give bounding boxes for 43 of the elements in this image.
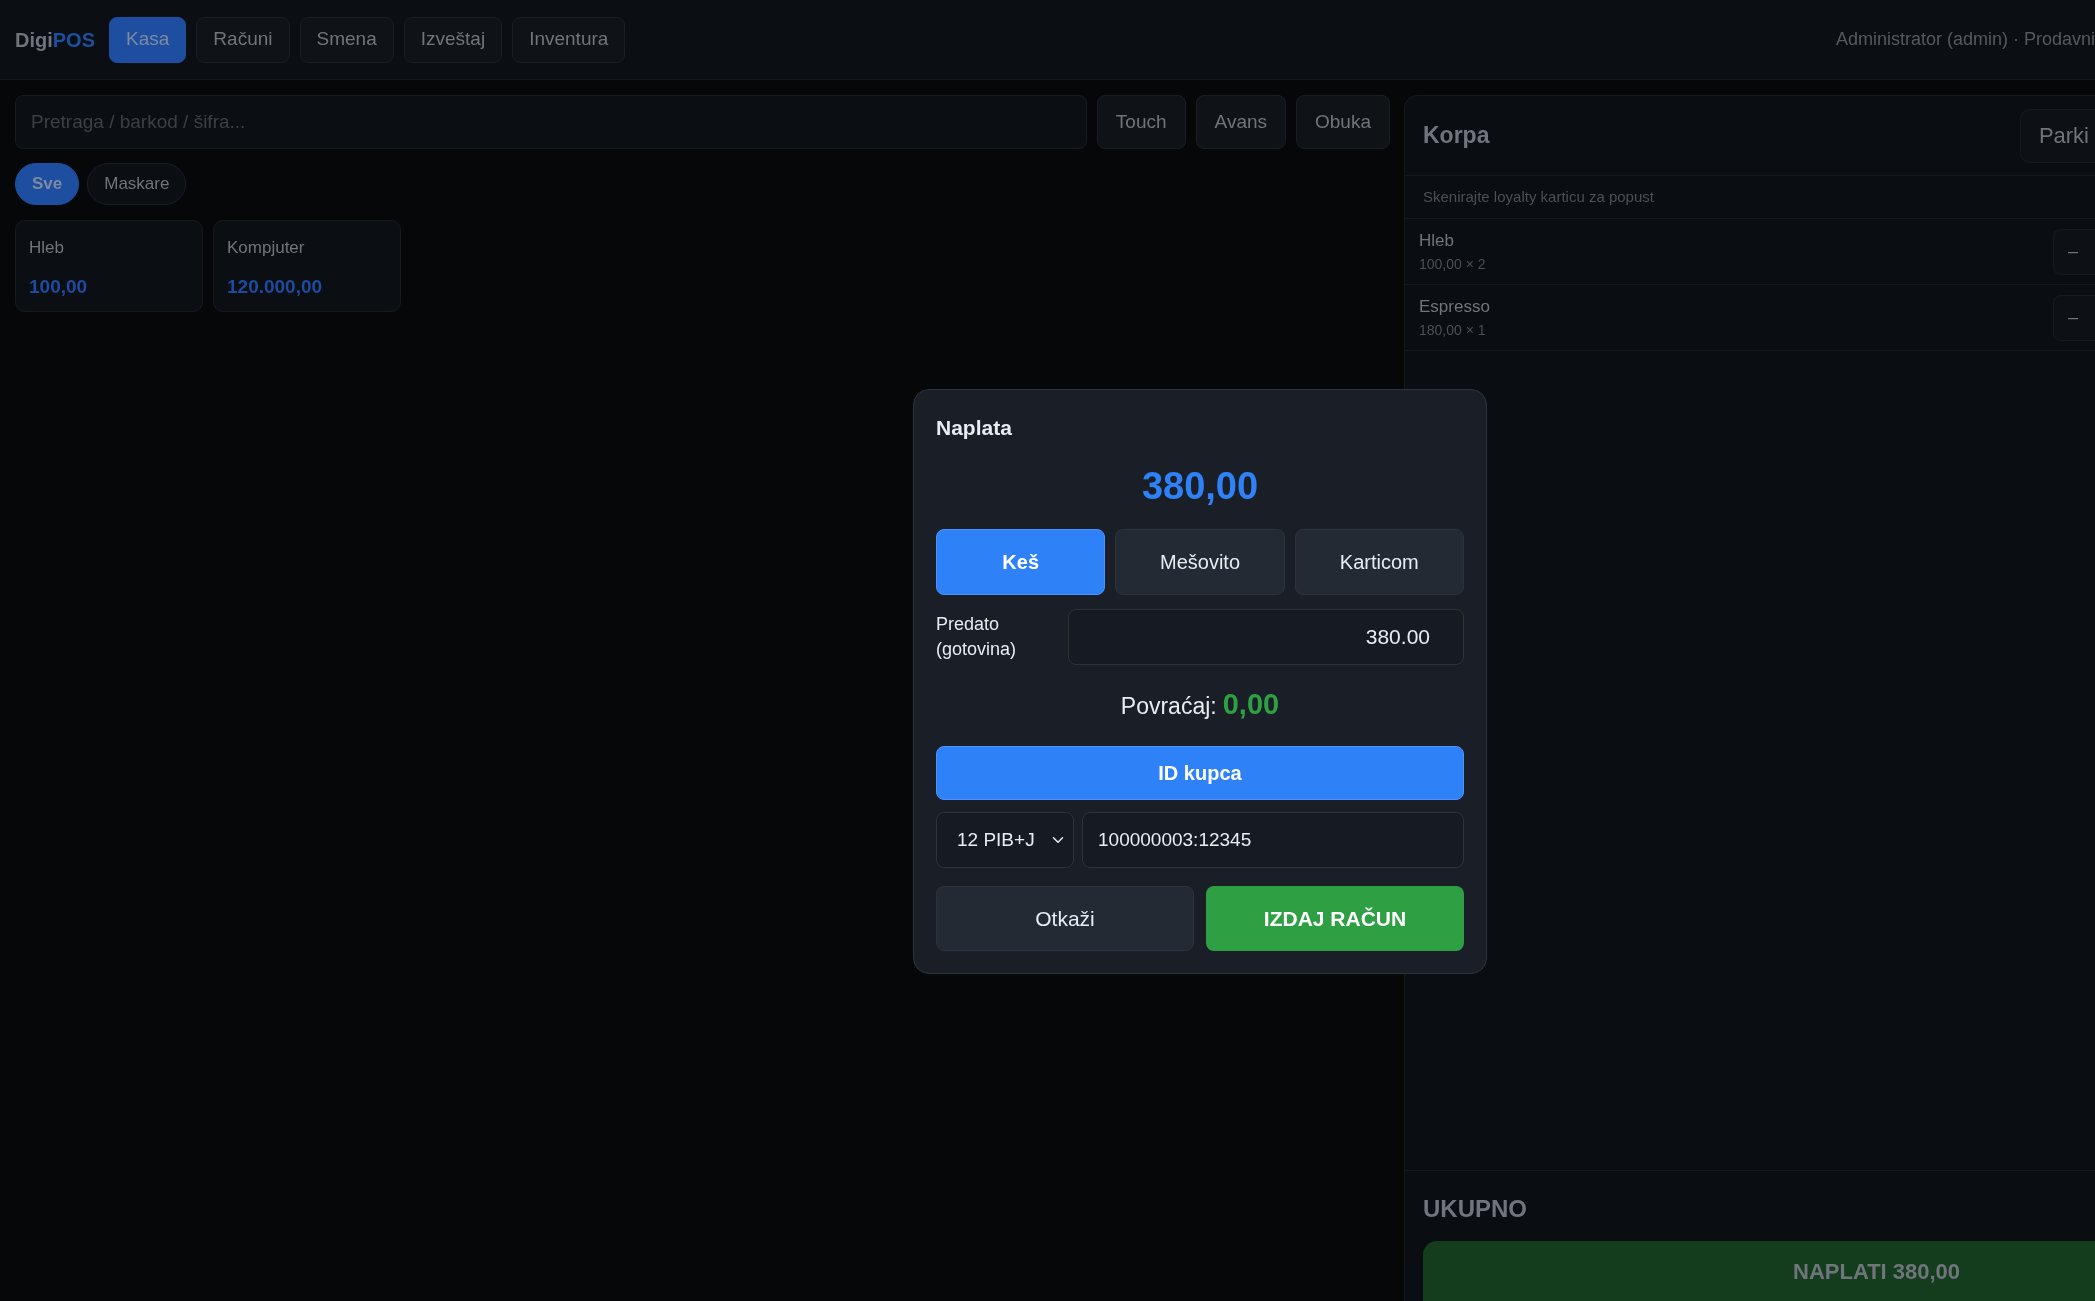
- app-logo: DigiPOS: [15, 27, 96, 53]
- decrease-button[interactable]: –: [2053, 294, 2095, 341]
- toolbar-button[interactable]: Avans: [1195, 95, 1286, 149]
- issue-receipt-button[interactable]: IZDAJ RAČUN: [1206, 886, 1464, 951]
- tendered-field[interactable]: 380.00: [1068, 608, 1464, 665]
- id-type-select[interactable]: 12 PIB+J: [936, 812, 1074, 868]
- customer-id-button[interactable]: ID kupca: [936, 746, 1464, 800]
- product-card[interactable]: Hleb 100,00: [15, 220, 203, 312]
- id-value-field[interactable]: 100000003:12345: [1082, 812, 1464, 868]
- product-name: Kompjuter: [227, 237, 305, 259]
- user-info: Administrator (admin) · Prodavni: [1835, 28, 2095, 51]
- payment-amount: 380,00: [1141, 463, 1259, 509]
- pay-button[interactable]: NAPLATI 380,00: [1423, 1241, 2095, 1301]
- category-chip[interactable]: Maskare: [87, 163, 187, 205]
- change-amount: 0,00: [1222, 686, 1280, 722]
- tendered-label: Predato (gotovina): [936, 612, 1018, 661]
- cart-item-detail: 180,00 × 1: [1419, 320, 1487, 340]
- nav-tab[interactable]: Inventura: [512, 16, 626, 63]
- toolbar-button[interactable]: Touch: [1096, 95, 1186, 149]
- product-name: Hleb: [29, 237, 64, 259]
- nav-tab[interactable]: Smena: [299, 16, 394, 63]
- payment-method-button[interactable]: Mešovito: [1115, 528, 1285, 595]
- park-button[interactable]: Parki: [2019, 108, 2095, 163]
- decrease-button[interactable]: –: [2053, 228, 2095, 275]
- dialog-title: Naplata: [936, 415, 1013, 441]
- loyalty-hint: Skenirajte loyalty karticu za popust: [1423, 186, 1654, 207]
- cancel-button[interactable]: Otkaži: [936, 886, 1194, 951]
- nav-tab[interactable]: Izveštaj: [403, 16, 503, 63]
- total-label: UKUPNO: [1423, 1194, 1528, 1224]
- cart-title: Korpa: [1423, 121, 1490, 151]
- product-price: 100,00: [29, 274, 88, 299]
- nav-tab[interactable]: Kasa: [109, 16, 187, 63]
- cart-item-name: Espresso: [1419, 296, 1490, 319]
- change-label: Povraćaj:: [1120, 691, 1217, 721]
- toolbar-button[interactable]: Obuka: [1296, 95, 1390, 149]
- nav-tab[interactable]: Računi: [196, 16, 290, 63]
- payment-method-button[interactable]: Karticom: [1294, 528, 1464, 595]
- cart-item-name: Hleb: [1419, 230, 1455, 253]
- product-price: 120.000,00: [227, 274, 323, 299]
- payment-method-button[interactable]: Keš: [936, 528, 1106, 595]
- product-card[interactable]: Kompjuter 120.000,00: [213, 220, 401, 312]
- category-chip[interactable]: Sve: [15, 163, 80, 205]
- cart-item-detail: 100,00 × 2: [1419, 254, 1486, 274]
